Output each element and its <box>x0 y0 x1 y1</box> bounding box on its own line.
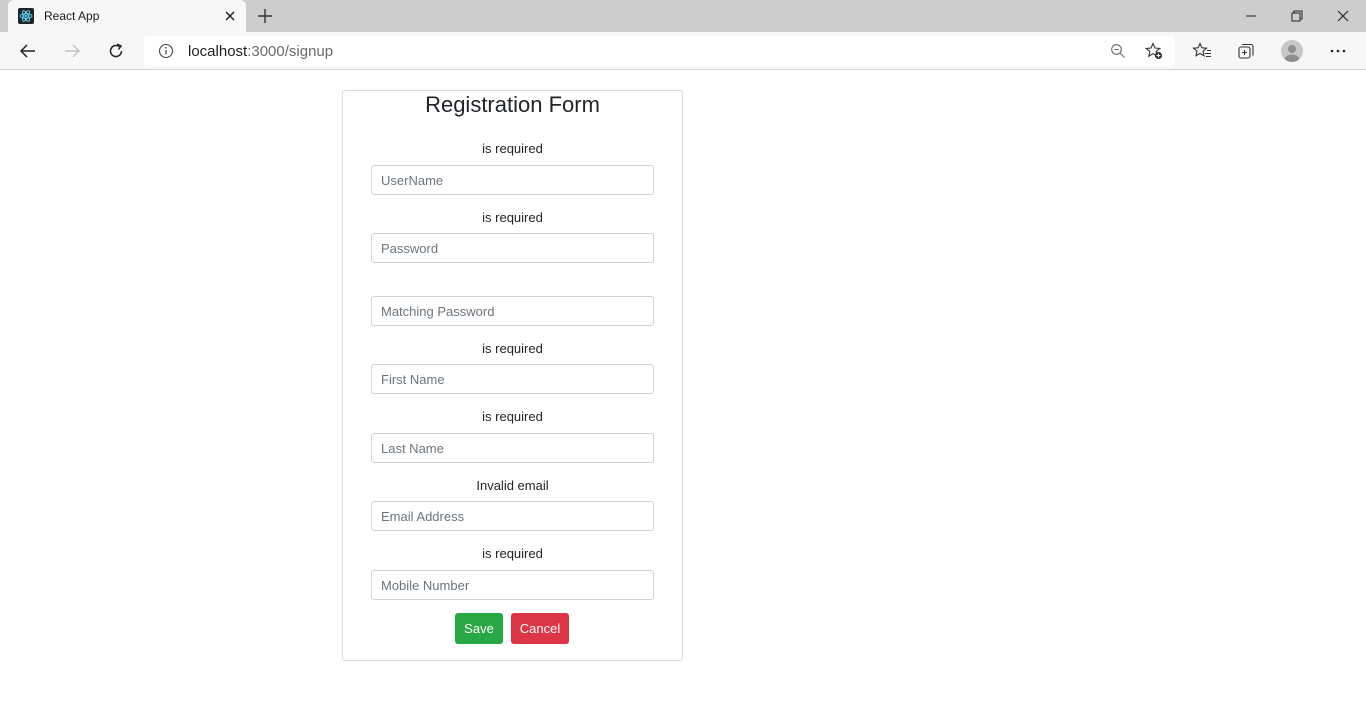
password-field[interactable] <box>371 233 654 263</box>
username-error: is required <box>482 141 543 156</box>
add-favorite-icon[interactable] <box>1144 42 1163 60</box>
address-bar[interactable]: localhost:3000/signup <box>144 36 1175 66</box>
zoom-out-icon[interactable] <box>1110 43 1126 59</box>
tab-title: React App <box>44 9 100 23</box>
browser-toolbar: localhost:3000/signup <box>0 32 1366 70</box>
restore-icon[interactable] <box>1287 6 1307 26</box>
save-button[interactable]: Save <box>455 613 503 644</box>
url-path: :3000/signup <box>247 43 334 60</box>
tab-strip: React App <box>0 0 1366 32</box>
profile-icon[interactable] <box>1281 40 1303 62</box>
password-error: is required <box>482 210 543 225</box>
form-title: Registration Form <box>425 92 600 117</box>
collections-icon[interactable] <box>1236 41 1256 61</box>
mobile-error: is required <box>482 546 543 561</box>
last-name-field[interactable] <box>371 433 654 463</box>
cancel-button[interactable]: Cancel <box>511 613 569 644</box>
close-icon[interactable] <box>222 8 238 24</box>
forward-icon[interactable] <box>62 41 82 61</box>
first-name-error: is required <box>482 341 543 356</box>
minimize-icon[interactable] <box>1241 6 1261 26</box>
email-error: Invalid email <box>476 478 549 493</box>
matching-password-field[interactable] <box>371 296 654 326</box>
username-field[interactable] <box>371 165 654 195</box>
registration-card: Registration Form is required is require… <box>342 90 683 661</box>
last-name-error: is required <box>482 409 543 424</box>
plus-icon[interactable] <box>256 7 274 25</box>
back-icon[interactable] <box>18 41 38 61</box>
address-url[interactable]: localhost:3000/signup <box>188 43 333 60</box>
more-icon[interactable] <box>1328 41 1348 61</box>
close-window-icon[interactable] <box>1333 6 1353 26</box>
email-field[interactable] <box>371 501 654 531</box>
refresh-icon[interactable] <box>106 41 126 61</box>
first-name-field[interactable] <box>371 364 654 394</box>
mobile-field[interactable] <box>371 570 654 600</box>
react-logo-icon <box>18 8 34 24</box>
info-icon[interactable] <box>158 43 174 59</box>
url-host: localhost <box>188 43 248 60</box>
browser-tab[interactable]: React App <box>8 0 246 32</box>
favorites-icon[interactable] <box>1192 41 1212 61</box>
